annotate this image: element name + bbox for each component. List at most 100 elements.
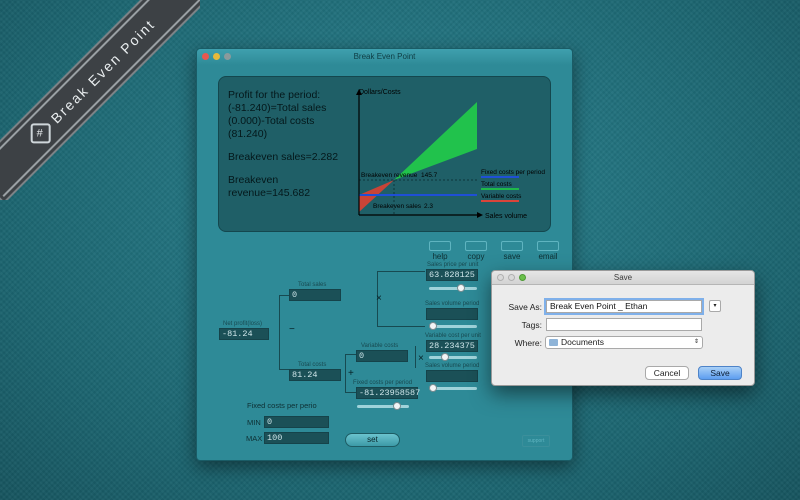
ribbon-text: Break Even Point xyxy=(47,15,159,127)
sales-volume-2-field xyxy=(426,370,478,382)
save-dialog: Save Save As: Break Even Point _ Ethan ▾… xyxy=(491,270,755,386)
close-window-button[interactable] xyxy=(202,53,209,60)
fixed-costs-slider[interactable] xyxy=(357,402,409,410)
dialog-title: Save xyxy=(613,273,633,282)
window-title: Break Even Point xyxy=(353,52,416,61)
minimize-window-button[interactable] xyxy=(213,53,220,60)
connector-line xyxy=(377,326,425,327)
breakeven-revenue-text: Breakeven revenue=145.682 xyxy=(228,174,311,199)
copy-icon xyxy=(465,241,487,251)
action-toolbar: help copy save email xyxy=(426,241,562,261)
tags-label: Tags: xyxy=(521,320,542,330)
where-label: Where: xyxy=(514,338,542,348)
plus-operator: + xyxy=(348,368,354,379)
slider-knob[interactable] xyxy=(393,402,401,410)
min-field[interactable]: 0 xyxy=(264,416,329,428)
legend-fixed-costs: Fixed costs per period xyxy=(481,169,545,176)
slider-knob[interactable] xyxy=(429,384,437,392)
sales-volume-2-slider[interactable] xyxy=(429,384,477,392)
slider-knob[interactable] xyxy=(457,284,465,292)
variable-cost-unit-field: 28.234375 xyxy=(426,340,478,352)
breakeven-revenue-annotation: Breakeven revenue xyxy=(361,172,418,179)
x-axis-arrow xyxy=(477,212,483,218)
sales-price-slider[interactable] xyxy=(429,284,477,292)
results-panel: Profit for the period: (-81.240)=Total s… xyxy=(218,76,551,232)
times-operator: × xyxy=(418,353,424,364)
tags-input[interactable] xyxy=(546,318,702,331)
sales-price-label: Sales price per unit xyxy=(427,262,479,268)
window-titlebar: Break Even Point xyxy=(197,49,572,65)
save-as-input[interactable]: Break Even Point _ Ethan xyxy=(546,300,702,313)
save-button[interactable]: Save xyxy=(698,366,742,380)
breakeven-sales-annotation: Breakeven sales xyxy=(373,203,422,210)
email-button[interactable]: email xyxy=(534,241,562,261)
copy-button[interactable]: copy xyxy=(462,241,490,261)
breakeven-revenue-value: 145.7 xyxy=(421,172,438,179)
results-summary: Profit for the period: (-81.240)=Total s… xyxy=(228,89,343,210)
folder-icon xyxy=(549,339,558,346)
grid-logo-icon: # xyxy=(30,123,51,144)
legend-variable-costs-swatch xyxy=(481,200,519,202)
minus-operator: − xyxy=(289,324,295,335)
times-operator: × xyxy=(376,293,382,304)
ribbon-banner: # Break Even Point xyxy=(0,0,200,197)
expand-dialog-button[interactable]: ▾ xyxy=(709,300,721,312)
breakeven-sales-text: Breakeven sales=2.282 xyxy=(228,151,339,163)
max-label: MAX xyxy=(246,434,263,443)
legend-total-costs: Total costs xyxy=(481,181,512,188)
variable-cost-unit-slider[interactable] xyxy=(429,353,477,361)
total-costs-label: Total costs xyxy=(298,362,327,368)
legend-fixed-costs-swatch xyxy=(481,176,519,178)
main-window: Break Even Point Profit for the period: … xyxy=(196,48,573,461)
breakeven-sales-value: 2.3 xyxy=(424,203,433,210)
profit-area xyxy=(394,102,477,180)
set-button[interactable]: set xyxy=(345,433,400,447)
slider-knob[interactable] xyxy=(429,322,437,330)
legend-total-costs-swatch xyxy=(481,188,519,190)
total-sales-field: 0 xyxy=(289,289,341,301)
total-costs-field: 81.24 xyxy=(289,369,341,381)
copy-label: copy xyxy=(467,252,485,261)
range-title: Fixed costs per perio xyxy=(247,401,317,410)
sales-volume-slider[interactable] xyxy=(429,322,477,330)
variable-cost-unit-label: Variable cost per unit xyxy=(425,333,481,339)
email-label: email xyxy=(538,252,558,261)
corner-ribbon: # Break Even Point xyxy=(0,0,200,200)
legend-variable-costs: Variable costs xyxy=(481,193,522,200)
where-select[interactable]: Documents ⇕ xyxy=(545,336,703,349)
help-label: help xyxy=(432,252,448,261)
min-label: MIN xyxy=(247,418,261,427)
total-sales-label: Total sales xyxy=(298,282,327,288)
help-button[interactable]: help xyxy=(426,241,454,261)
fixed-costs-field: -81.23958587 xyxy=(356,387,420,399)
fixed-costs-label: Fixed costs per period xyxy=(353,380,413,386)
support-button[interactable]: support xyxy=(522,435,550,447)
slider-knob[interactable] xyxy=(441,353,449,361)
max-field[interactable]: 100 xyxy=(264,432,329,444)
profit-summary: Profit for the period: (-81.240)=Total s… xyxy=(228,89,327,140)
sales-volume-label: Sales volume period xyxy=(425,301,480,307)
where-value: Documents xyxy=(561,337,604,347)
connector-line xyxy=(377,271,425,272)
chevron-updown-icon: ⇕ xyxy=(693,339,699,345)
sales-price-field: 63.828125 xyxy=(426,269,478,281)
zoom-window-button[interactable] xyxy=(224,53,231,60)
sales-volume-2-label: Sales volume period xyxy=(425,363,480,369)
help-icon xyxy=(429,241,451,251)
chart-legend: Fixed costs per period Total costs Varia… xyxy=(481,169,545,202)
sales-volume-field xyxy=(426,308,478,320)
connector-line xyxy=(345,354,346,392)
variable-costs-label: Variable costs xyxy=(361,343,399,349)
connector-line xyxy=(279,295,280,369)
connector-line xyxy=(415,346,416,368)
cancel-button[interactable]: Cancel xyxy=(645,366,689,380)
net-profit-field: -81.24 xyxy=(219,328,269,340)
save-toolbar-button[interactable]: save xyxy=(498,241,526,261)
dialog-titlebar: Save xyxy=(492,271,754,285)
dialog-close-button[interactable] xyxy=(497,274,504,281)
dialog-zoom-button[interactable] xyxy=(519,274,526,281)
variable-costs-field: 0 xyxy=(356,350,408,362)
save-icon xyxy=(501,241,523,251)
dialog-minimize-button[interactable] xyxy=(508,274,515,281)
x-axis-label: Sales volume xyxy=(485,213,527,220)
